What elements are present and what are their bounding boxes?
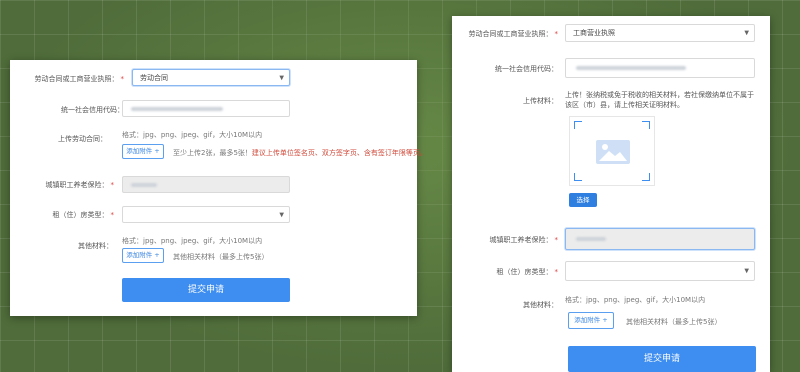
submit-button[interactable]: 提交申请 bbox=[568, 346, 756, 372]
required-marker: * bbox=[120, 75, 125, 83]
required-marker: * bbox=[110, 211, 115, 219]
other-note: 其他相关材料（最多上传5张） bbox=[626, 318, 722, 326]
blurred-value bbox=[131, 106, 223, 111]
caret-down-icon: ▼ bbox=[279, 211, 284, 218]
left-form-panel: 劳动合同或工商营业执照： * 劳动合同 ▼ 统一社会信用代码： 上传劳动合同： 格… bbox=[10, 60, 427, 316]
pension-input[interactable] bbox=[565, 228, 755, 250]
choose-button[interactable]: 选择 bbox=[569, 193, 597, 207]
caret-down-icon: ▼ bbox=[279, 74, 284, 81]
frame-corner bbox=[642, 121, 650, 129]
required-marker: * bbox=[554, 236, 559, 244]
house-type-label: 租（住）房类型： * bbox=[496, 268, 559, 276]
caret-down-icon: ▼ bbox=[744, 29, 749, 37]
pension-label: 城镇职工养老保险： * bbox=[45, 181, 115, 189]
required-marker: * bbox=[110, 181, 115, 189]
submit-button[interactable]: 提交申请 bbox=[122, 278, 290, 302]
blurred-value bbox=[576, 237, 606, 241]
add-attachment-button[interactable]: 添加附件 + bbox=[122, 248, 164, 263]
add-attachment-button[interactable]: 添加附件 + bbox=[568, 312, 614, 329]
house-type-label: 租（住）房类型： * bbox=[52, 211, 115, 219]
upload-contract-format-note: 格式：jpg、png、jpeg、gif，大小10M以内 bbox=[122, 131, 263, 139]
other-format-note: 格式：jpg、png、jpeg、gif，大小10M以内 bbox=[565, 296, 706, 304]
credit-code-label: 统一社会信用代码： bbox=[61, 106, 124, 114]
license-select[interactable]: 工商营业执照 ▼ bbox=[565, 24, 755, 42]
frame-corner bbox=[574, 121, 582, 129]
required-marker: * bbox=[554, 30, 559, 38]
upload-contract-note: 至少上传2张，最多5张！建议上传单位签名页、双方签字页、含有签订年限等页。 bbox=[173, 149, 427, 157]
pension-label: 城镇职工养老保险： * bbox=[489, 236, 559, 244]
credit-code-input[interactable] bbox=[565, 58, 755, 78]
right-form-panel: 劳动合同或工商营业执照： * 工商营业执照 ▼ 统一社会信用代码： 上传材料： 上… bbox=[452, 16, 770, 372]
other-format-note: 格式：jpg、png、jpeg、gif，大小10M以内 bbox=[122, 237, 263, 245]
frame-corner bbox=[574, 173, 582, 181]
license-select-value: 工商营业执照 bbox=[573, 29, 615, 37]
house-type-select[interactable]: ▼ bbox=[565, 261, 755, 281]
blurred-value bbox=[131, 182, 157, 187]
image-icon bbox=[596, 140, 630, 164]
upload-hint: 上传！张纳税或免于税收的相关材料，若社保缴纳单位不属于该区（市）县，请上传相关证… bbox=[565, 91, 754, 109]
required-marker: * bbox=[554, 268, 559, 276]
add-attachment-button[interactable]: 添加附件 + bbox=[122, 144, 164, 159]
other-materials-label: 其他材料： bbox=[78, 242, 113, 250]
upload-materials-label: 上传材料： bbox=[523, 97, 558, 105]
house-type-select[interactable]: ▼ bbox=[122, 206, 290, 223]
upload-contract-label: 上传劳动合同： bbox=[58, 135, 107, 143]
other-note: 其他相关材料（最多上传5张） bbox=[173, 253, 269, 261]
caret-down-icon: ▼ bbox=[744, 267, 749, 275]
blurred-value bbox=[576, 66, 686, 70]
upload-drop-area[interactable] bbox=[569, 116, 655, 186]
other-materials-label: 其他材料： bbox=[523, 301, 558, 309]
pension-input[interactable] bbox=[122, 176, 290, 193]
license-select-value: 劳动合同 bbox=[140, 73, 168, 82]
license-label: 劳动合同或工商营业执照： * bbox=[468, 30, 559, 38]
license-select[interactable]: 劳动合同 ▼ bbox=[132, 69, 290, 86]
credit-code-input[interactable] bbox=[122, 100, 290, 117]
frame-corner bbox=[642, 173, 650, 181]
license-label: 劳动合同或工商营业执照： * bbox=[34, 75, 125, 83]
credit-code-label: 统一社会信用代码： bbox=[495, 65, 558, 73]
upload-contract-warning: 建议上传单位签名页、双方签字页、含有签订年限等页。 bbox=[251, 149, 427, 157]
